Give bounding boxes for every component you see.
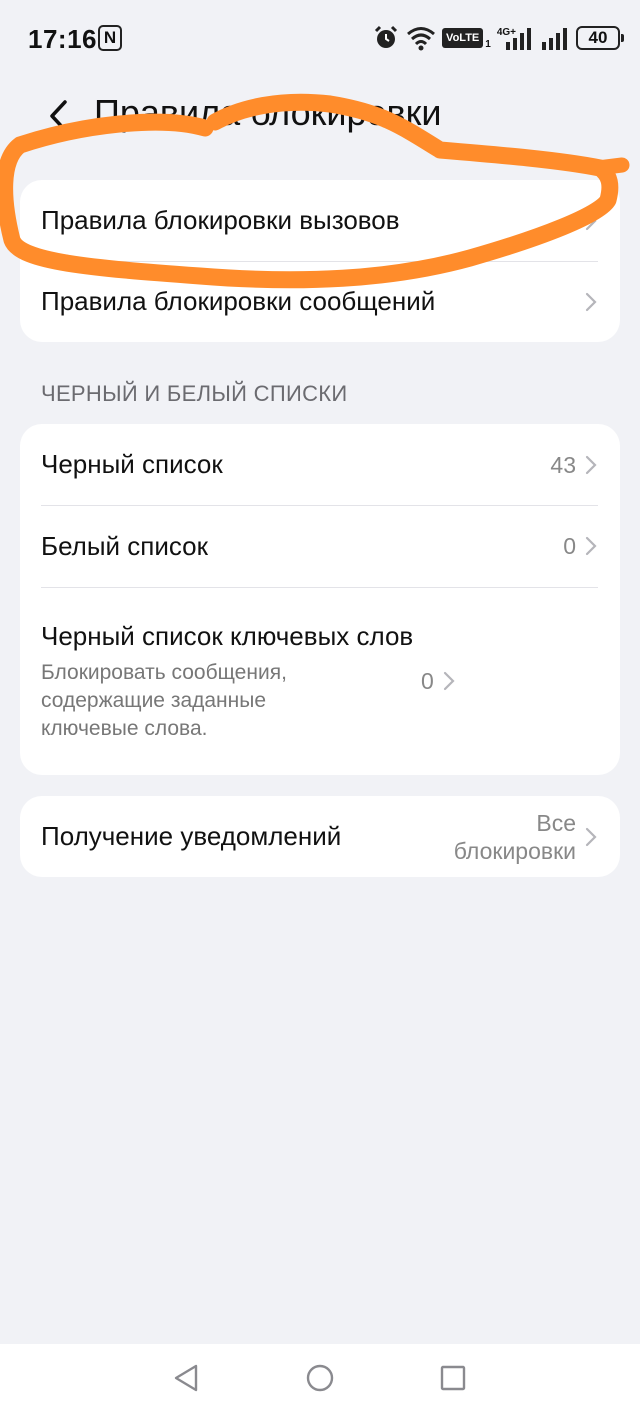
message-block-rules-item[interactable]: Правила блокировки сообщений <box>20 261 620 342</box>
signal-icon-sim1 <box>506 28 531 50</box>
screen: 17:16 N VoLTE 1 4G+ 40 Правила блокировк… <box>0 0 640 1412</box>
back-button[interactable] <box>34 92 82 140</box>
nav-back-button[interactable] <box>168 1360 204 1396</box>
row-main: Получение уведомлений <box>41 820 436 853</box>
row-main: Белый список <box>41 530 563 563</box>
keyword-blacklist-description: Блокировать сообщения, содержащие заданн… <box>41 660 287 740</box>
rules-card: Правила блокировки вызовов Правила блоки… <box>20 180 620 342</box>
row-main: Черный список <box>41 448 550 481</box>
chevron-right-icon <box>585 827 597 846</box>
chevron-right-icon <box>585 455 597 474</box>
sim-number: 1 <box>485 38 491 50</box>
battery-icon: 40 <box>576 26 624 50</box>
keyword-blacklist-label: Черный список ключевых слов <box>41 620 414 651</box>
whitelist-label: Белый список <box>41 530 208 561</box>
chevron-right-icon <box>585 536 597 556</box>
row-main: Правила блокировки вызовов <box>41 204 584 237</box>
status-icons: VoLTE 1 4G+ 40 <box>372 24 624 52</box>
row-main: Черный список ключевых слов Блокировать … <box>41 620 421 743</box>
navigation-bar <box>0 1344 640 1412</box>
section-header-lists: ЧЕРНЫЙ И БЕЛЫЙ СПИСКИ <box>41 381 348 406</box>
volte-icon: VoLTE <box>442 28 484 48</box>
blacklist-item[interactable]: Черный список 43 <box>20 424 620 505</box>
blacklist-count: 43 <box>550 451 576 478</box>
triangle-back-icon <box>174 1364 198 1392</box>
notifications-item[interactable]: Получение уведомлений Все блокировки <box>20 796 620 877</box>
chevron-right-icon <box>585 292 597 311</box>
notifications-card: Получение уведомлений Все блокировки <box>20 796 620 877</box>
message-block-rules-label: Правила блокировки сообщений <box>41 286 436 316</box>
chevron-right-icon <box>585 211 597 230</box>
whitelist-count: 0 <box>563 533 576 559</box>
alarm-icon <box>374 25 398 48</box>
notifications-value: Все блокировки <box>453 809 576 864</box>
status-time: 17:16 <box>28 24 97 54</box>
arrow-back-icon <box>50 100 67 132</box>
signal-icon-sim2 <box>542 28 567 50</box>
call-block-rules-item[interactable]: Правила блокировки вызовов <box>20 180 620 261</box>
square-recents-icon <box>440 1365 466 1391</box>
nfc-icon: N <box>98 25 122 51</box>
row-main: Правила блокировки сообщений <box>41 285 584 318</box>
status-bar: 17:16 N VoLTE 1 4G+ 40 <box>0 0 640 76</box>
nav-home-button[interactable] <box>302 1360 338 1396</box>
notifications-label: Получение уведомлений <box>41 821 342 851</box>
header: Правила блокировки <box>0 84 640 144</box>
lists-card: Черный список 43 Белый список 0 Черный с… <box>20 424 620 775</box>
blacklist-label: Черный список <box>41 449 223 479</box>
keyword-blacklist-item[interactable]: Черный список ключевых слов Блокировать … <box>20 587 620 775</box>
page-title: Правила блокировки <box>94 92 442 133</box>
nav-recents-button[interactable] <box>435 1360 471 1396</box>
call-block-rules-label: Правила блокировки вызовов <box>41 205 400 235</box>
keyword-blacklist-count: 0 <box>421 668 434 694</box>
wifi-icon <box>407 27 436 51</box>
chevron-right-icon <box>443 671 455 691</box>
whitelist-item[interactable]: Белый список 0 <box>20 505 620 587</box>
circle-home-icon <box>306 1364 334 1392</box>
